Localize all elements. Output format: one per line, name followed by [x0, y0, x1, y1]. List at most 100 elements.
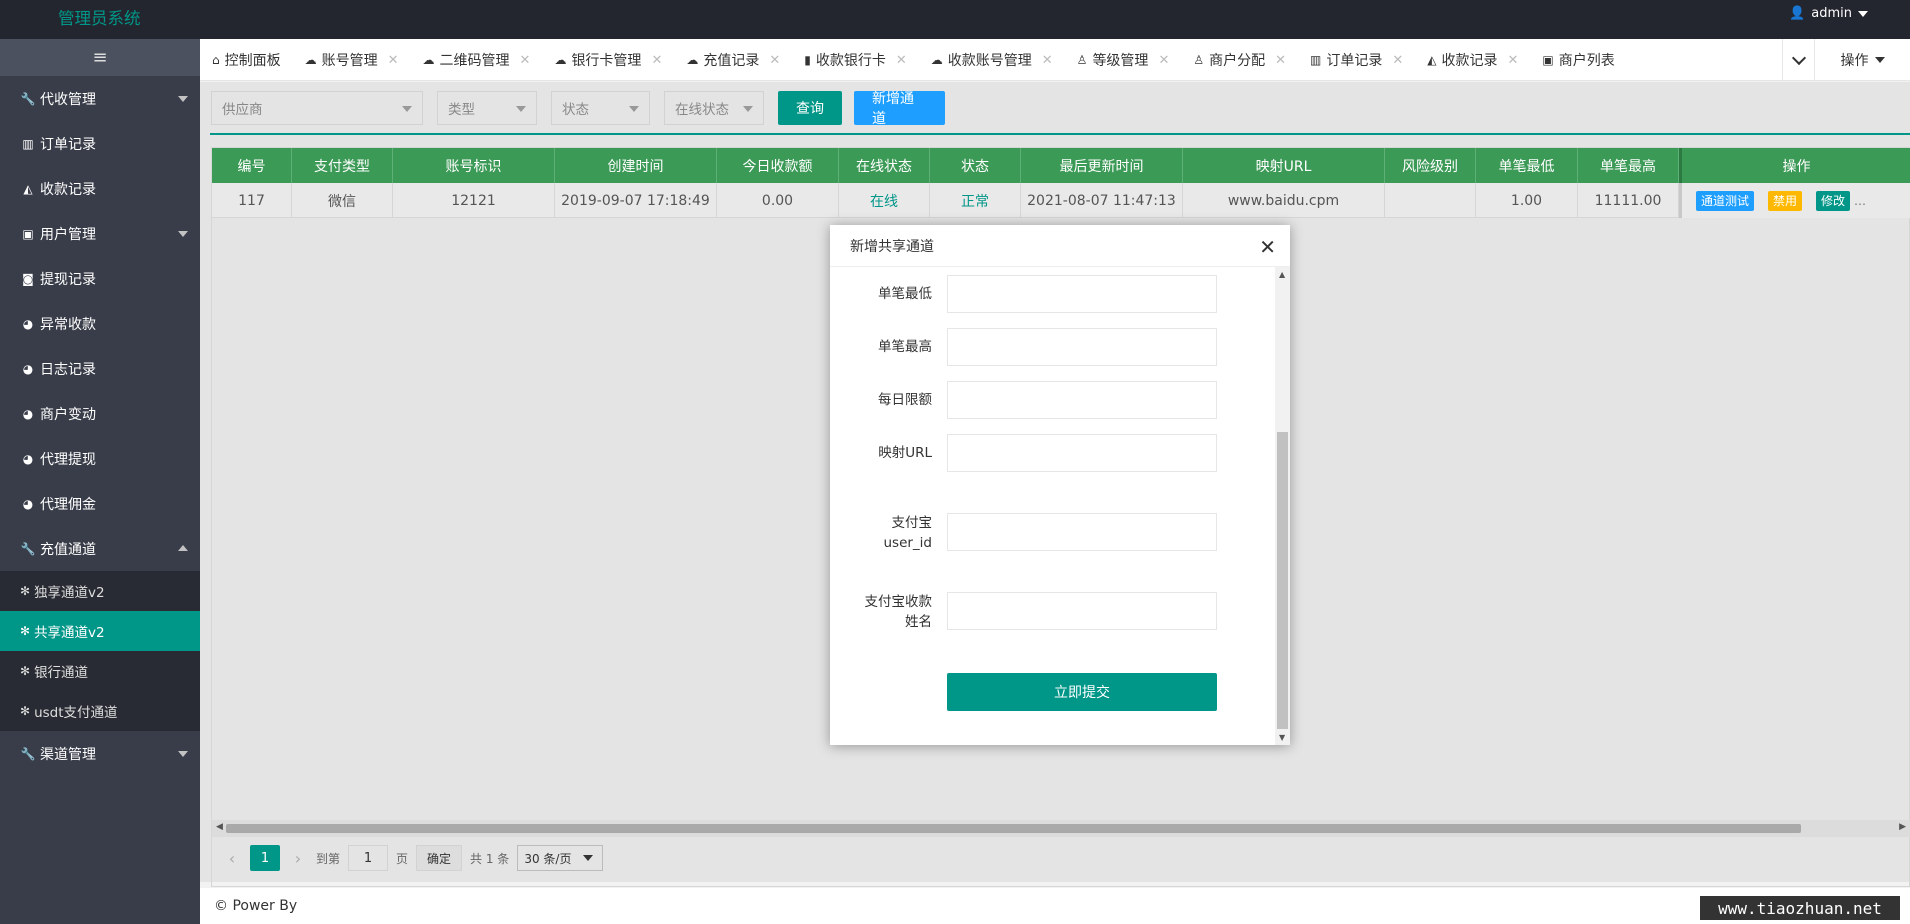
alipay-name-input[interactable]: [947, 592, 1217, 630]
scroll-down-icon[interactable]: ▼: [1279, 733, 1285, 742]
type-select[interactable]: 类型: [437, 91, 537, 125]
daily-limit-input[interactable]: [947, 381, 1217, 419]
close-icon[interactable]: ✕: [896, 53, 907, 68]
table-cell: www.baidu.cpm: [1183, 183, 1385, 218]
wechat-icon: ✻: [20, 664, 31, 678]
book-icon: ▮: [804, 53, 811, 67]
close-icon[interactable]: ✕: [651, 53, 662, 68]
submit-button[interactable]: 立即提交: [947, 673, 1217, 711]
alipay-userid-input[interactable]: [947, 513, 1217, 551]
sidebar-item-channels[interactable]: 🔧 渠道管理: [0, 731, 200, 776]
next-page-icon[interactable]: ›: [288, 849, 308, 868]
column-header: 支付类型: [292, 148, 393, 183]
scroll-up-icon[interactable]: ▲: [1279, 270, 1285, 279]
modal-scrollbar[interactable]: ▲ ▼: [1275, 267, 1290, 745]
tab-item-5[interactable]: ▮ 收款银行卡 ✕: [792, 39, 919, 80]
prev-page-icon[interactable]: ‹: [222, 849, 242, 868]
sidebar-item-label: 代理提现: [40, 451, 96, 468]
max-amount-input[interactable]: [947, 328, 1217, 366]
sidebar-item-item-10[interactable]: 🔧 充值通道: [0, 526, 200, 571]
tab-item-2[interactable]: ☁ 二维码管理 ✕: [411, 39, 543, 80]
cloud-upload-icon: ☁: [554, 53, 567, 67]
page-size-select[interactable]: 30 条/页: [517, 845, 604, 871]
field-label-line: 支付宝收款: [864, 594, 933, 610]
tab-item-11[interactable]: ▣ 商户列表: [1530, 39, 1626, 80]
sidebar-item-label: 收款记录: [40, 181, 96, 198]
close-icon[interactable]: ✕: [1508, 53, 1519, 68]
close-icon[interactable]: ✕: [1042, 53, 1053, 68]
pie-chart-icon: ◕: [22, 406, 34, 421]
sidebar-subitem-item-0[interactable]: ✻ 独享通道v2: [0, 571, 200, 611]
sidebar-item-item-2[interactable]: ◭ 收款记录: [0, 166, 200, 211]
disable-button[interactable]: 禁用: [1768, 190, 1803, 211]
contact-icon: ▣: [1542, 53, 1554, 67]
sidebar-item-item-7[interactable]: ◕ 商户变动: [0, 391, 200, 436]
column-header: 账号标识: [393, 148, 555, 183]
sidebar-item-label: 订单记录: [40, 136, 96, 153]
footer-text: © Power By: [214, 898, 298, 914]
sidebar-item-item-8[interactable]: ◕ 代理提现: [0, 436, 200, 481]
tab-item-6[interactable]: ☁ 收款账号管理 ✕: [919, 39, 1065, 80]
tab-label: 等级管理: [1092, 53, 1149, 69]
mapping-url-input[interactable]: [947, 434, 1217, 472]
sidebar-subitem-item-1[interactable]: ✻ 共享通道v2: [0, 611, 200, 651]
sidebar-subnav: ✻ 独享通道v2 ✻ 共享通道v2 ✻ 银行通道 ✻ usdt支付通道: [0, 571, 200, 731]
supplier-select[interactable]: 供应商: [211, 91, 423, 125]
sidebar-item-item-0[interactable]: 🔧 代收管理: [0, 76, 200, 121]
tab-item-10[interactable]: ◭ 收款记录 ✕: [1415, 39, 1530, 80]
sidebar-item-item-5[interactable]: ◕ 异常收款: [0, 301, 200, 346]
query-button[interactable]: 查询: [778, 91, 842, 125]
tab-item-1[interactable]: ☁ 账号管理 ✕: [293, 39, 411, 80]
tab-item-3[interactable]: ☁ 银行卡管理 ✕: [542, 39, 674, 80]
close-icon[interactable]: ✕: [1259, 235, 1276, 259]
page-size-label: 30 条/页: [524, 851, 572, 866]
add-channel-button[interactable]: 新增通道: [854, 91, 945, 127]
scrollbar-thumb[interactable]: [226, 824, 1801, 833]
caret-down-icon: [743, 106, 753, 112]
field-label: 单笔最高: [878, 339, 932, 355]
current-page[interactable]: 1: [250, 845, 280, 871]
tab-operations-menu[interactable]: 操作: [1814, 39, 1910, 80]
sidebar-item-item-4[interactable]: ◙ 提现记录: [0, 256, 200, 301]
user-menu[interactable]: 👤 admin: [1789, 6, 1868, 21]
sidebar-item-item-3[interactable]: ▣ 用户管理: [0, 211, 200, 256]
sidebar-item-item-1[interactable]: ▥ 订单记录: [0, 121, 200, 166]
scroll-left-icon[interactable]: ◀: [216, 822, 223, 832]
horizontal-scrollbar[interactable]: ◀ ▶: [212, 820, 1910, 837]
sidebar-item-item-9[interactable]: ◕ 代理佣金: [0, 481, 200, 526]
close-icon[interactable]: ✕: [1275, 53, 1286, 68]
more-ellipsis[interactable]: …: [1854, 194, 1866, 208]
close-icon[interactable]: ✕: [388, 53, 399, 68]
scrollbar-thumb[interactable]: [1277, 432, 1288, 729]
sidebar-subitem-item-3[interactable]: ✻ usdt支付通道: [0, 691, 200, 731]
close-icon[interactable]: ✕: [1392, 53, 1403, 68]
close-icon[interactable]: ✕: [1158, 53, 1169, 68]
edit-button[interactable]: 修改: [1816, 190, 1851, 211]
sidebar-item-item-6[interactable]: ◕ 日志记录: [0, 346, 200, 391]
tab-label: 充值记录: [703, 53, 760, 69]
status-select[interactable]: 状态: [551, 91, 650, 125]
tab-item-0[interactable]: ⌂ 控制面板: [200, 39, 293, 80]
wechat-icon: ✻: [20, 704, 31, 718]
confirm-page-button[interactable]: 确定: [416, 845, 463, 871]
tab-item-8[interactable]: ♙ 商户分配 ✕: [1181, 39, 1298, 80]
tab-scroll-button[interactable]: [1782, 39, 1814, 80]
tab-label: 二维码管理: [439, 53, 510, 69]
channel-test-button[interactable]: 通道测试: [1696, 190, 1755, 211]
tab-label: 银行卡管理: [571, 53, 642, 69]
cloud-upload-icon: ☁: [930, 53, 943, 67]
page-input[interactable]: 1: [348, 845, 389, 871]
sidebar-subitem-item-2[interactable]: ✻ 银行通道: [0, 651, 200, 691]
min-amount-input[interactable]: [947, 275, 1217, 313]
close-icon[interactable]: ✕: [520, 53, 531, 68]
tab-item-9[interactable]: ▥ 订单记录 ✕: [1298, 39, 1415, 80]
online-status-select[interactable]: 在线状态: [664, 91, 764, 125]
field-label-line: 支付宝: [891, 515, 933, 531]
scroll-right-icon[interactable]: ▶: [1899, 822, 1906, 832]
tab-item-4[interactable]: ☁ 充值记录 ✕: [674, 39, 792, 80]
close-icon[interactable]: ✕: [769, 53, 780, 68]
table-row[interactable]: 117 微信 12121 2019-09-07 17:18:49 0.00 在线 正常 202…: [212, 183, 1679, 218]
sidebar-toggle[interactable]: ≡: [0, 39, 200, 76]
tab-item-7[interactable]: ♙ 等级管理 ✕: [1065, 39, 1182, 80]
tab-label: 账号管理: [321, 53, 378, 69]
